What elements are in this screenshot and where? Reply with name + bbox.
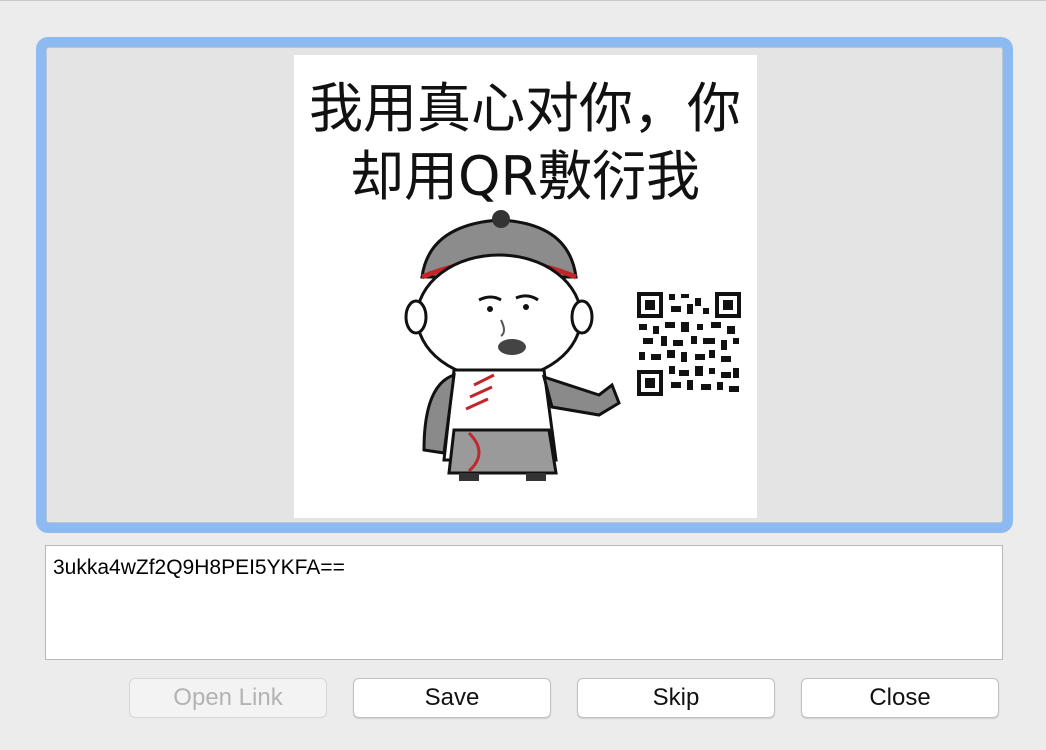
meme-caption-line1: 我用真心对你，你 bbox=[309, 77, 741, 140]
meme-image: 我用真心对你，你 却用QR敷衍我 bbox=[294, 55, 757, 518]
close-button[interactable]: Close bbox=[801, 678, 999, 718]
meme-caption-line2: 却用QR敷衍我 bbox=[350, 145, 700, 208]
open-link-button[interactable]: Open Link bbox=[129, 678, 327, 718]
image-drop-well[interactable]: 我用真心对你，你 却用QR敷衍我 bbox=[36, 37, 1013, 533]
skip-button[interactable]: Skip bbox=[577, 678, 775, 718]
save-button[interactable]: Save bbox=[353, 678, 551, 718]
meme-illustration: 我用真心对你，你 却用QR敷衍我 bbox=[294, 55, 757, 518]
qr-code-icon bbox=[637, 292, 741, 396]
image-well-inner: 我用真心对你，你 却用QR敷衍我 bbox=[46, 47, 1003, 523]
decoded-result-field[interactable]: 3ukka4wZf2Q9H8PEI5YKFA== bbox=[45, 545, 1003, 660]
qr-decoder-window: 我用真心对你，你 却用QR敷衍我 3ukka4wZf2Q9H8PEI5YKFA=… bbox=[0, 0, 1046, 750]
